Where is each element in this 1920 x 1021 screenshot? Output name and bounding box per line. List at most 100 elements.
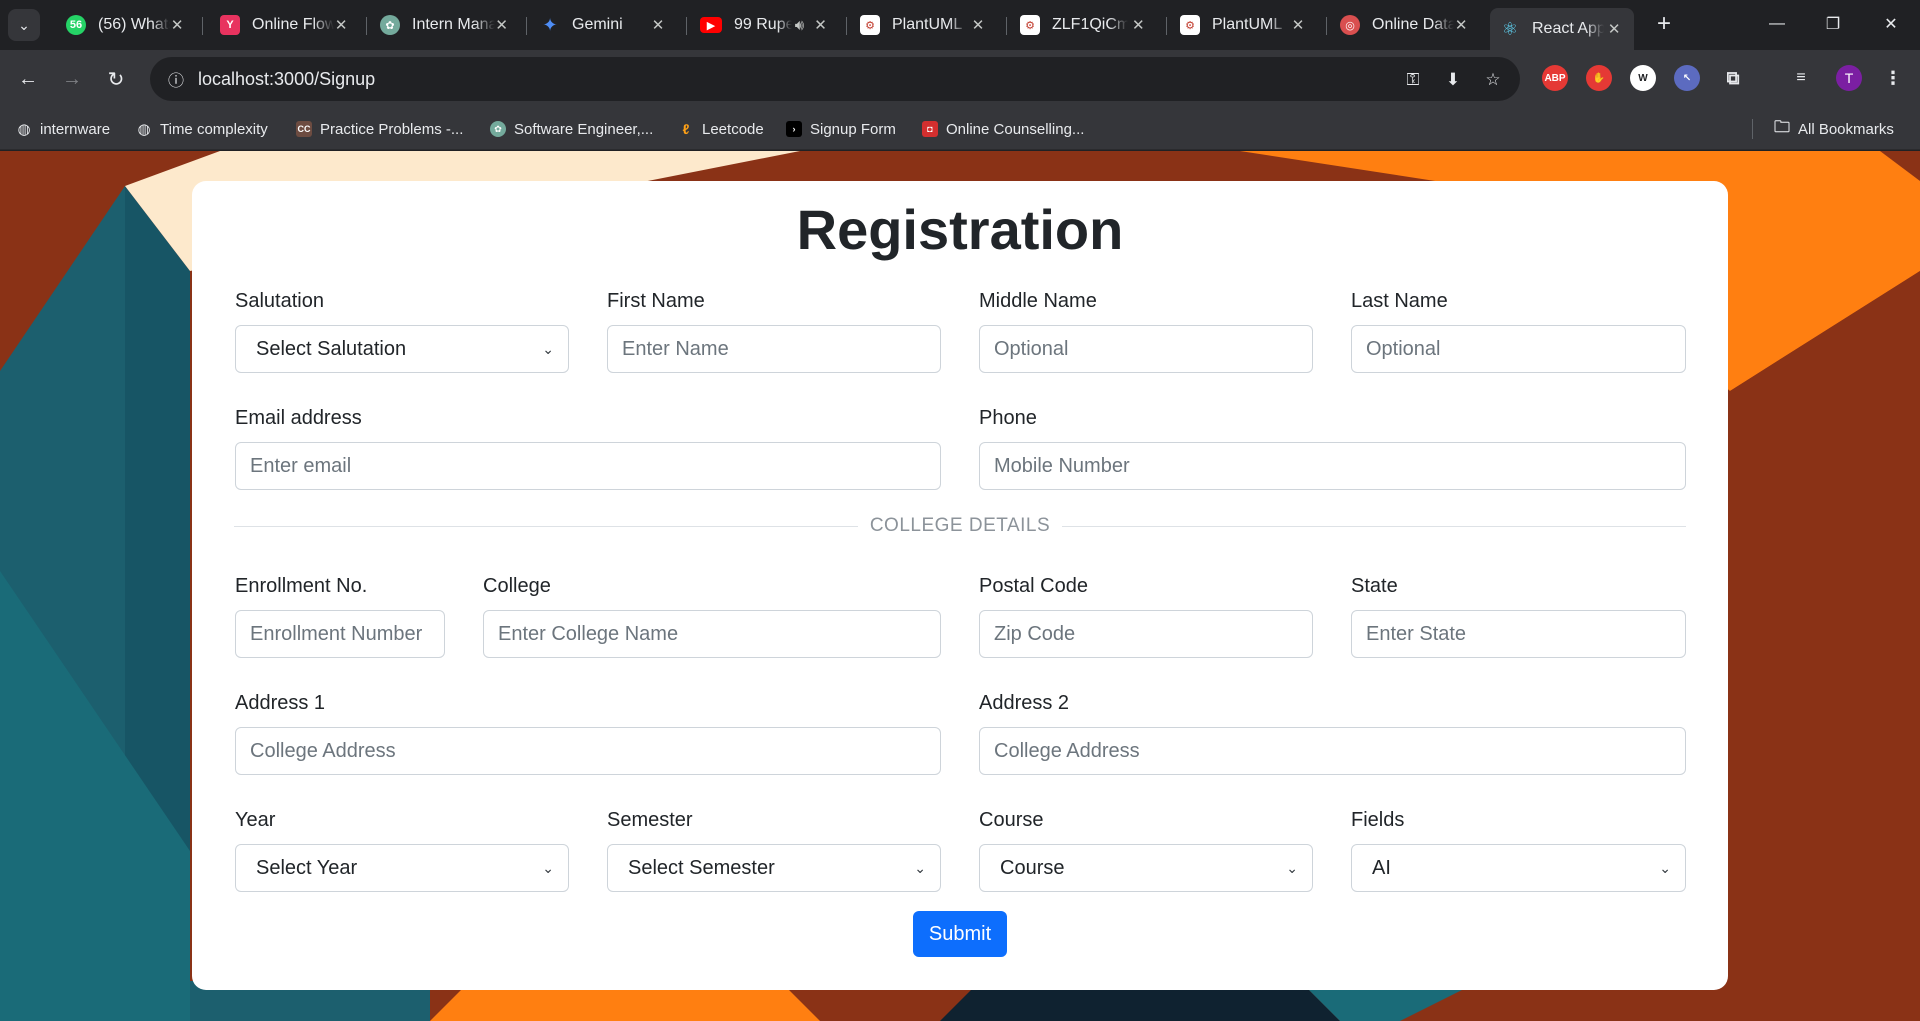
postal-code-label: Postal Code [979,575,1088,597]
tab-title: PlantUML [892,16,963,33]
chevron-down-icon: ⌄ [542,859,554,876]
close-icon[interactable]: ✕ [495,16,508,34]
close-icon[interactable]: ✕ [170,16,184,34]
bookmarks-bar: ◍ internware ◍ Time complexity CC Practi… [0,108,1920,150]
site-info-icon[interactable]: ⓘ [156,67,196,91]
forward-icon[interactable]: → [56,63,88,95]
close-window-icon[interactable]: ✕ [1868,8,1914,40]
url-text[interactable]: localhost:3000/Signup [198,69,375,90]
registration-card: Registration Salutation Select Salutatio… [192,181,1728,990]
college-input[interactable]: Enter College Name [483,610,941,658]
adblock-plus-icon[interactable]: ABP [1542,65,1568,91]
tab-whatsapp[interactable]: 56 (56) WhatsApp ✕ [56,8,194,42]
phone-group: Phone Mobile Number [979,406,1686,490]
bookmark-star-icon[interactable]: ☆ [1480,67,1506,93]
close-icon[interactable]: ✕ [813,16,828,34]
fields-group: Fields AI ⌄ [1351,808,1686,892]
bookmark-leetcode[interactable]: ℓ Leetcode [678,118,764,140]
middle-name-input[interactable]: Optional [979,325,1313,373]
course-select[interactable]: Course ⌄ [979,844,1313,892]
speaker-icon[interactable]: 🔊︎ [792,17,807,34]
enrollment-group: Enrollment No. Enrollment Number [235,574,445,658]
tab-gemini[interactable]: ✦ Gemini ✕ [530,8,678,42]
salutation-select[interactable]: Select Salutation ⌄ [235,325,569,373]
address2-group: Address 2 College Address [979,691,1686,775]
bookmark-time-complexity[interactable]: ◍ Time complexity [136,118,267,140]
address1-label: Address 1 [235,692,326,714]
bookmark-practice-problems[interactable]: CC Practice Problems -... [296,118,463,140]
w-extension-icon[interactable]: W [1630,65,1656,91]
bookmark-internware[interactable]: ◍ internware [16,118,110,140]
first-name-input[interactable]: Enter Name [607,325,941,373]
tab-zlf1qicm[interactable]: ⚙ ZLF1QiCm ✕ [1010,8,1158,42]
middle-name-group: Middle Name Optional [979,289,1313,373]
middle-name-label: Middle Name [979,290,1097,312]
address2-input[interactable]: College Address [979,727,1686,775]
semester-select[interactable]: Select Semester ⌄ [607,844,941,892]
tab-youtube[interactable]: ▶ 99 Rupees 🔊︎ ✕ [690,8,838,42]
chevron-down-icon: ⌄ [542,340,554,357]
email-input[interactable]: Enter email [235,442,941,490]
tab-online-flowchart[interactable]: Y Online Flowchart ✕ [210,8,358,42]
tab-plantuml[interactable]: ⚙ PlantUML ✕ [850,8,998,42]
address1-input[interactable]: College Address [235,727,941,775]
state-input[interactable]: Enter State [1351,610,1686,658]
password-key-icon[interactable]: ⚿ [1400,67,1426,93]
cursor-extension-icon[interactable]: ↖ [1674,65,1700,91]
tab-react-app[interactable]: ⚛ React App ✕ [1490,8,1634,50]
tab-intern-management[interactable]: ✿ Intern Management ✕ [370,8,518,42]
email-label: Email address [235,407,362,429]
restore-icon[interactable]: ❐ [1810,8,1856,40]
tab-online-database[interactable]: ◎ Online Database ✕ [1330,8,1478,42]
state-label: State [1351,575,1398,597]
react-icon: ⚛ [1501,18,1519,39]
tab-divider [1166,17,1167,35]
postal-code-input[interactable]: Zip Code [979,610,1313,658]
profile-avatar[interactable]: T [1836,65,1862,91]
bookmark-online-counselling[interactable]: ◘ Online Counselling... [922,118,1084,140]
extensions-puzzle-icon[interactable]: ⧉ [1720,65,1746,91]
reload-icon[interactable]: ↻ [100,63,132,95]
tab-search-chevron-icon[interactable]: ⌄ [8,9,40,41]
tab-divider [846,17,847,35]
menu-kebab-icon[interactable]: ⋮ [1880,65,1906,91]
close-icon[interactable]: ✕ [968,16,988,34]
year-select[interactable]: Select Year ⌄ [235,844,569,892]
tab-title: Online Database [1372,16,1455,33]
media-controls-icon[interactable]: ≡ [1788,65,1814,91]
close-icon[interactable]: ✕ [334,16,348,34]
bookmark-software-engineer[interactable]: ✿ Software Engineer,... [490,118,653,140]
bookmark-signup-form[interactable]: › Signup Form [786,118,896,140]
close-icon[interactable]: ✕ [1604,20,1624,38]
folder-icon: 🗀︎ [1774,118,1791,136]
new-tab-icon[interactable]: + [1650,10,1678,38]
enrollment-input[interactable]: Enrollment Number [235,610,445,658]
tab-divider [202,17,203,35]
yandex-icon: Y [220,15,240,35]
all-bookmarks-button[interactable]: 🗀︎ All Bookmarks [1774,118,1894,140]
install-app-icon[interactable]: ⬇ [1440,67,1466,93]
address-bar[interactable]: ⓘ localhost:3000/Signup ⚿ ⬇ ☆ [150,57,1520,101]
tab-divider [526,17,527,35]
back-icon[interactable]: ← [12,63,44,95]
fields-value: AI [1372,856,1391,879]
salutation-value: Select Salutation [256,337,407,360]
last-name-label: Last Name [1351,290,1448,312]
tab-plantuml-2[interactable]: ⚙ PlantUML ✕ [1170,8,1318,42]
submit-button[interactable]: Submit [913,911,1007,957]
fields-select[interactable]: AI ⌄ [1351,844,1686,892]
bookmark-label: Software Engineer,... [514,120,654,138]
year-group: Year Select Year ⌄ [235,808,569,892]
close-icon[interactable]: ✕ [648,16,668,34]
close-icon[interactable]: ✕ [1128,16,1148,34]
minimize-icon[interactable]: — [1754,8,1800,40]
last-name-input[interactable]: Optional [1351,325,1686,373]
phone-input[interactable]: Mobile Number [979,442,1686,490]
tab-divider [1006,17,1007,35]
close-icon[interactable]: ✕ [1288,16,1308,34]
hand-extension-icon[interactable]: ✋ [1586,65,1612,91]
chevron-down-icon: ⌄ [914,859,926,876]
close-icon[interactable]: ✕ [1454,16,1468,34]
bookmark-label: Online Counselling... [946,120,1085,138]
chatgpt-icon: ✿ [380,15,400,35]
